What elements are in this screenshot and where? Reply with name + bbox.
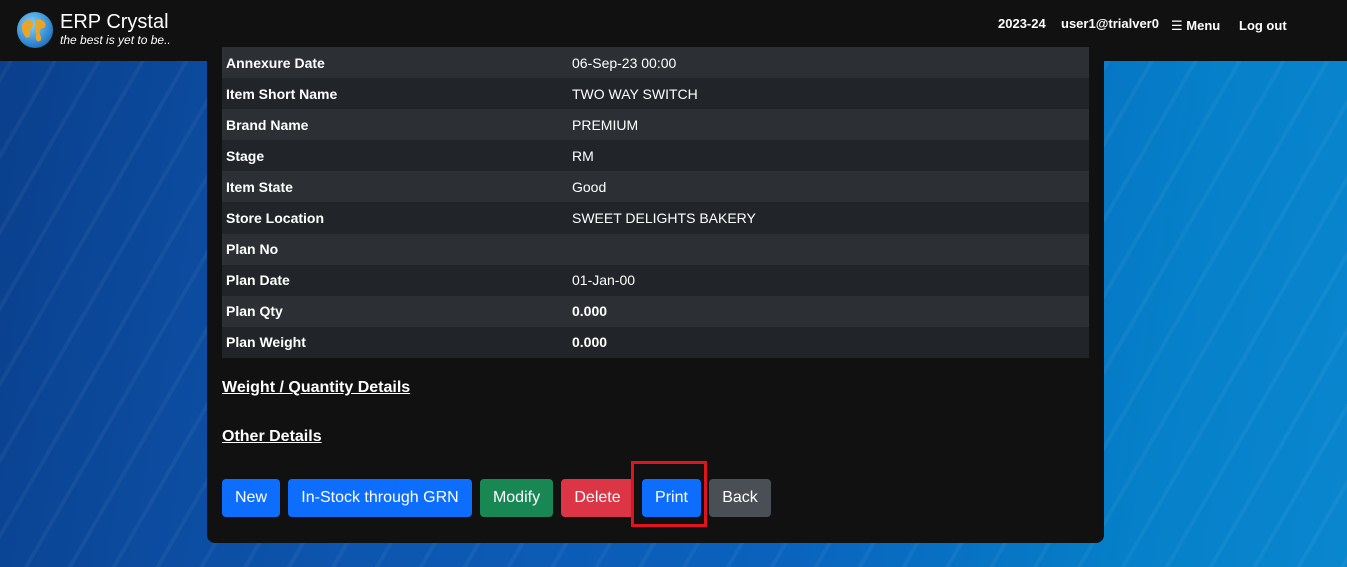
table-row: Plan Date 01-Jan-00 <box>222 264 1089 296</box>
modify-button[interactable]: Modify <box>480 479 553 517</box>
row-value: 01-Jan-00 <box>568 264 1089 296</box>
row-label: Plan Date <box>222 264 568 296</box>
row-value: RM <box>568 140 1089 172</box>
instock-grn-button[interactable]: In-Stock through GRN <box>288 479 472 517</box>
table-row: Stage RM <box>222 140 1089 172</box>
row-label: Annexure Date <box>222 47 568 79</box>
user-name[interactable]: user1@trialver0 <box>1061 16 1159 31</box>
row-label: Store Location <box>222 202 568 234</box>
brand-name: ERP Crystal <box>60 11 169 33</box>
row-value: PREMIUM <box>568 109 1089 141</box>
print-button[interactable]: Print <box>642 479 701 517</box>
details-panel: Annexure Date 06-Sep-23 00:00 Item Short… <box>207 47 1104 543</box>
delete-button[interactable]: Delete <box>561 479 634 517</box>
logout-link[interactable]: Log out <box>1239 18 1287 33</box>
other-details-link[interactable]: Other Details <box>222 428 322 446</box>
table-row: Store Location SWEET DELIGHTS BAKERY <box>222 202 1089 234</box>
row-value: TWO WAY SWITCH <box>568 78 1089 110</box>
financial-year[interactable]: 2023-24 <box>998 16 1046 31</box>
row-value: 06-Sep-23 00:00 <box>568 47 1089 79</box>
table-row: Annexure Date 06-Sep-23 00:00 <box>222 47 1089 79</box>
row-label: Plan Qty <box>222 295 568 327</box>
globe-logo-icon[interactable] <box>16 11 54 49</box>
table-row: Plan No <box>222 233 1089 265</box>
table-row: Plan Qty 0.000 <box>222 295 1089 327</box>
row-value: 0.000 <box>568 295 1089 327</box>
details-table: Annexure Date 06-Sep-23 00:00 Item Short… <box>222 47 1089 358</box>
row-label: Plan No <box>222 233 568 265</box>
brand-tagline: the best is yet to be.. <box>60 33 171 47</box>
table-row: Item Short Name TWO WAY SWITCH <box>222 78 1089 110</box>
row-label: Item State <box>222 171 568 203</box>
weight-quantity-details-link[interactable]: Weight / Quantity Details <box>222 379 410 397</box>
table-row: Item State Good <box>222 171 1089 203</box>
row-value <box>568 233 1089 265</box>
row-value: 0.000 <box>568 326 1089 358</box>
menu-toggle[interactable]: ☰ Menu <box>1171 18 1220 34</box>
row-label: Brand Name <box>222 109 568 141</box>
row-label: Stage <box>222 140 568 172</box>
table-row: Plan Weight 0.000 <box>222 326 1089 358</box>
row-label: Item Short Name <box>222 78 568 110</box>
row-label: Plan Weight <box>222 326 568 358</box>
row-value: Good <box>568 171 1089 203</box>
new-button[interactable]: New <box>222 479 280 517</box>
row-value: SWEET DELIGHTS BAKERY <box>568 202 1089 234</box>
back-button[interactable]: Back <box>709 479 771 517</box>
table-row: Brand Name PREMIUM <box>222 109 1089 141</box>
